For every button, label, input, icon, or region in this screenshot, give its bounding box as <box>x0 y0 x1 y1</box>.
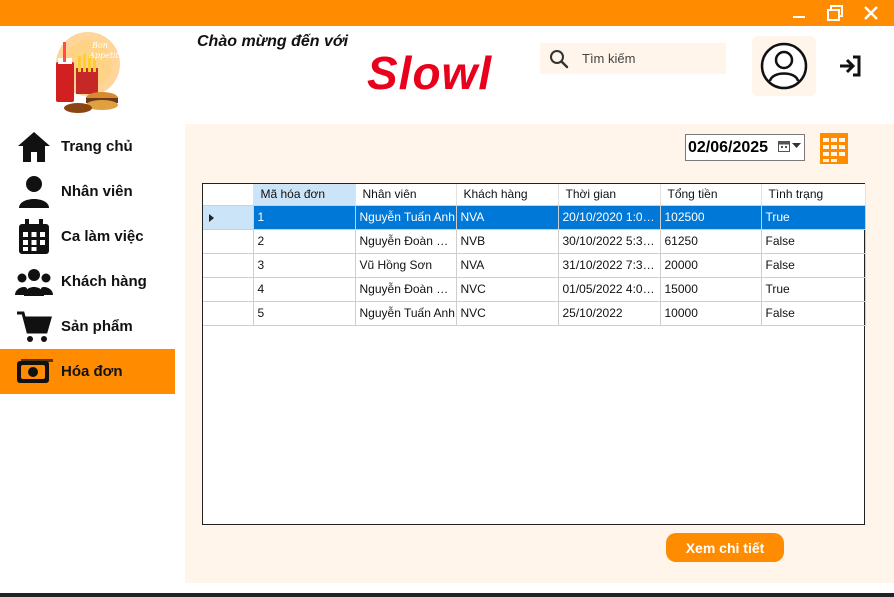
sidebar-item-label: Trang chủ <box>61 138 133 155</box>
table-cell[interactable]: Nguyễn Đoàn Bả... <box>355 277 457 302</box>
app-window: Bon Appetit Chào mừng đến với Slowl Tìm … <box>0 0 894 597</box>
table-cell[interactable]: Vũ Hồng Sơn <box>355 253 457 278</box>
table-row[interactable]: 5 Nguyễn Tuấn Anh NVC 25/10/2022 10000 F… <box>203 301 866 326</box>
restore-icon <box>827 5 843 21</box>
table-cell[interactable]: NVC <box>456 301 559 326</box>
invoice-icon <box>17 358 53 383</box>
table-cell[interactable]: 61250 <box>660 229 762 254</box>
cart-icon <box>17 311 52 342</box>
search-icon <box>550 49 569 68</box>
date-value: 02/06/2025 <box>688 138 769 156</box>
calendar-filter-icon[interactable] <box>819 131 849 165</box>
calendar-icon <box>19 218 49 254</box>
title-bar <box>0 0 894 26</box>
table-cell[interactable]: 4 <box>253 277 356 302</box>
table-cell[interactable]: False <box>761 229 866 254</box>
sidebar-item-invoices[interactable]: Hóa đơn <box>0 349 175 394</box>
invoice-table: Mã hóa đơn Nhân viên Khách hàng Thời gia… <box>203 184 866 326</box>
table-cell[interactable]: NVB <box>456 229 559 254</box>
sidebar-item-customers[interactable]: Khách hàng <box>0 259 175 304</box>
row-header[interactable] <box>203 229 254 254</box>
column-header[interactable]: Tổng tiền <box>660 184 762 206</box>
table-cell[interactable]: 01/05/2022 4:00 ... <box>558 277 661 302</box>
table-cell[interactable]: False <box>761 301 866 326</box>
brand-name: Slowl <box>367 47 493 99</box>
table-row[interactable]: 2 Nguyễn Đoàn Bả... NVB 30/10/2022 5:30 … <box>203 229 866 254</box>
logo-text: Bon <box>91 41 108 50</box>
table-cell[interactable]: 30/10/2022 5:30 ... <box>558 229 661 254</box>
column-header[interactable]: Thời gian <box>558 184 661 206</box>
column-header[interactable]: Mã hóa đơn <box>253 184 356 206</box>
column-header[interactable]: Tình trạng <box>761 184 866 206</box>
row-header-corner <box>203 184 254 206</box>
chevron-down-icon <box>792 143 801 148</box>
table-cell[interactable]: Nguyễn Tuấn Anh <box>355 301 457 326</box>
bottom-border <box>0 593 894 597</box>
table-row[interactable]: 3 Vũ Hồng Sơn NVA 31/10/2022 7:30 ... 20… <box>203 253 866 278</box>
sidebar-item-label: Nhân viên <box>61 183 133 200</box>
table-cell[interactable]: 5 <box>253 301 356 326</box>
table-cell[interactable]: 102500 <box>660 205 762 230</box>
group-icon <box>15 268 53 296</box>
table-cell[interactable]: 15000 <box>660 277 762 302</box>
minimize-button[interactable] <box>780 0 818 26</box>
home-icon <box>18 131 50 162</box>
svg-text:Appetit: Appetit <box>88 51 120 60</box>
sidebar-item-employees[interactable]: Nhân viên <box>0 169 175 214</box>
table-cell[interactable]: 2 <box>253 229 356 254</box>
row-header[interactable] <box>203 253 254 278</box>
user-avatar-icon <box>760 42 808 90</box>
welcome-text: Chào mừng đến với <box>197 33 349 50</box>
table-cell[interactable]: 31/10/2022 7:30 ... <box>558 253 661 278</box>
logout-icon[interactable] <box>838 54 862 78</box>
date-picker[interactable]: 02/06/2025 <box>685 134 805 161</box>
table-cell[interactable]: 10000 <box>660 301 762 326</box>
food-logo: Bon Appetit <box>56 32 120 113</box>
sidebar-item-label: Ca làm việc <box>61 228 144 245</box>
table-cell[interactable]: 1 <box>253 205 356 230</box>
table-cell[interactable]: 3 <box>253 253 356 278</box>
search-input[interactable] <box>582 51 722 66</box>
table-cell[interactable]: True <box>761 277 866 302</box>
sidebar-item-label: Hóa đơn <box>61 363 123 380</box>
avatar[interactable] <box>752 36 816 96</box>
row-header[interactable] <box>203 277 254 302</box>
close-icon <box>864 6 878 20</box>
table-cell[interactable]: Nguyễn Đoàn Bả... <box>355 229 457 254</box>
table-row[interactable]: 4 Nguyễn Đoàn Bả... NVC 01/05/2022 4:00 … <box>203 277 866 302</box>
table-cell[interactable]: True <box>761 205 866 230</box>
table-row[interactable]: 1 Nguyễn Tuấn Anh NVA 20/10/2020 1:00 ..… <box>203 205 866 230</box>
current-row-arrow-icon <box>209 213 214 222</box>
sidebar-item-label: Sản phẩm <box>61 318 133 335</box>
sidebar-item-label: Khách hàng <box>61 273 147 290</box>
close-button[interactable] <box>852 0 890 26</box>
row-header[interactable] <box>203 205 254 230</box>
table-cell[interactable]: 20/10/2020 1:00 ... <box>558 205 661 230</box>
table-cell[interactable]: NVC <box>456 277 559 302</box>
date-dropdown[interactable] <box>778 140 801 152</box>
table-cell[interactable]: Nguyễn Tuấn Anh <box>355 205 457 230</box>
sidebar-item-home[interactable]: Trang chủ <box>0 124 175 169</box>
restore-button[interactable] <box>816 0 854 26</box>
table-cell[interactable]: False <box>761 253 866 278</box>
sidebar-item-shifts[interactable]: Ca làm việc <box>0 214 175 259</box>
person-icon <box>19 175 49 208</box>
table-cell[interactable]: 20000 <box>660 253 762 278</box>
column-header[interactable]: Khách hàng <box>456 184 559 206</box>
sidebar-item-products[interactable]: Sản phẩm <box>0 304 175 349</box>
column-header[interactable]: Nhân viên <box>355 184 457 206</box>
sidebar: Trang chủ Nhân viên Ca làm việc Khách hà… <box>0 124 175 394</box>
calendar-small-icon <box>778 141 790 152</box>
table-header-row: Mã hóa đơn Nhân viên Khách hàng Thời gia… <box>203 184 866 206</box>
row-header[interactable] <box>203 301 254 326</box>
table-cell[interactable]: NVA <box>456 205 559 230</box>
table-cell[interactable]: 25/10/2022 <box>558 301 661 326</box>
minimize-icon <box>793 16 805 18</box>
search-box[interactable] <box>540 43 726 74</box>
invoice-grid[interactable]: Mã hóa đơn Nhân viên Khách hàng Thời gia… <box>202 183 866 525</box>
view-detail-button[interactable]: Xem chi tiết <box>666 533 784 562</box>
table-cell[interactable]: NVA <box>456 253 559 278</box>
